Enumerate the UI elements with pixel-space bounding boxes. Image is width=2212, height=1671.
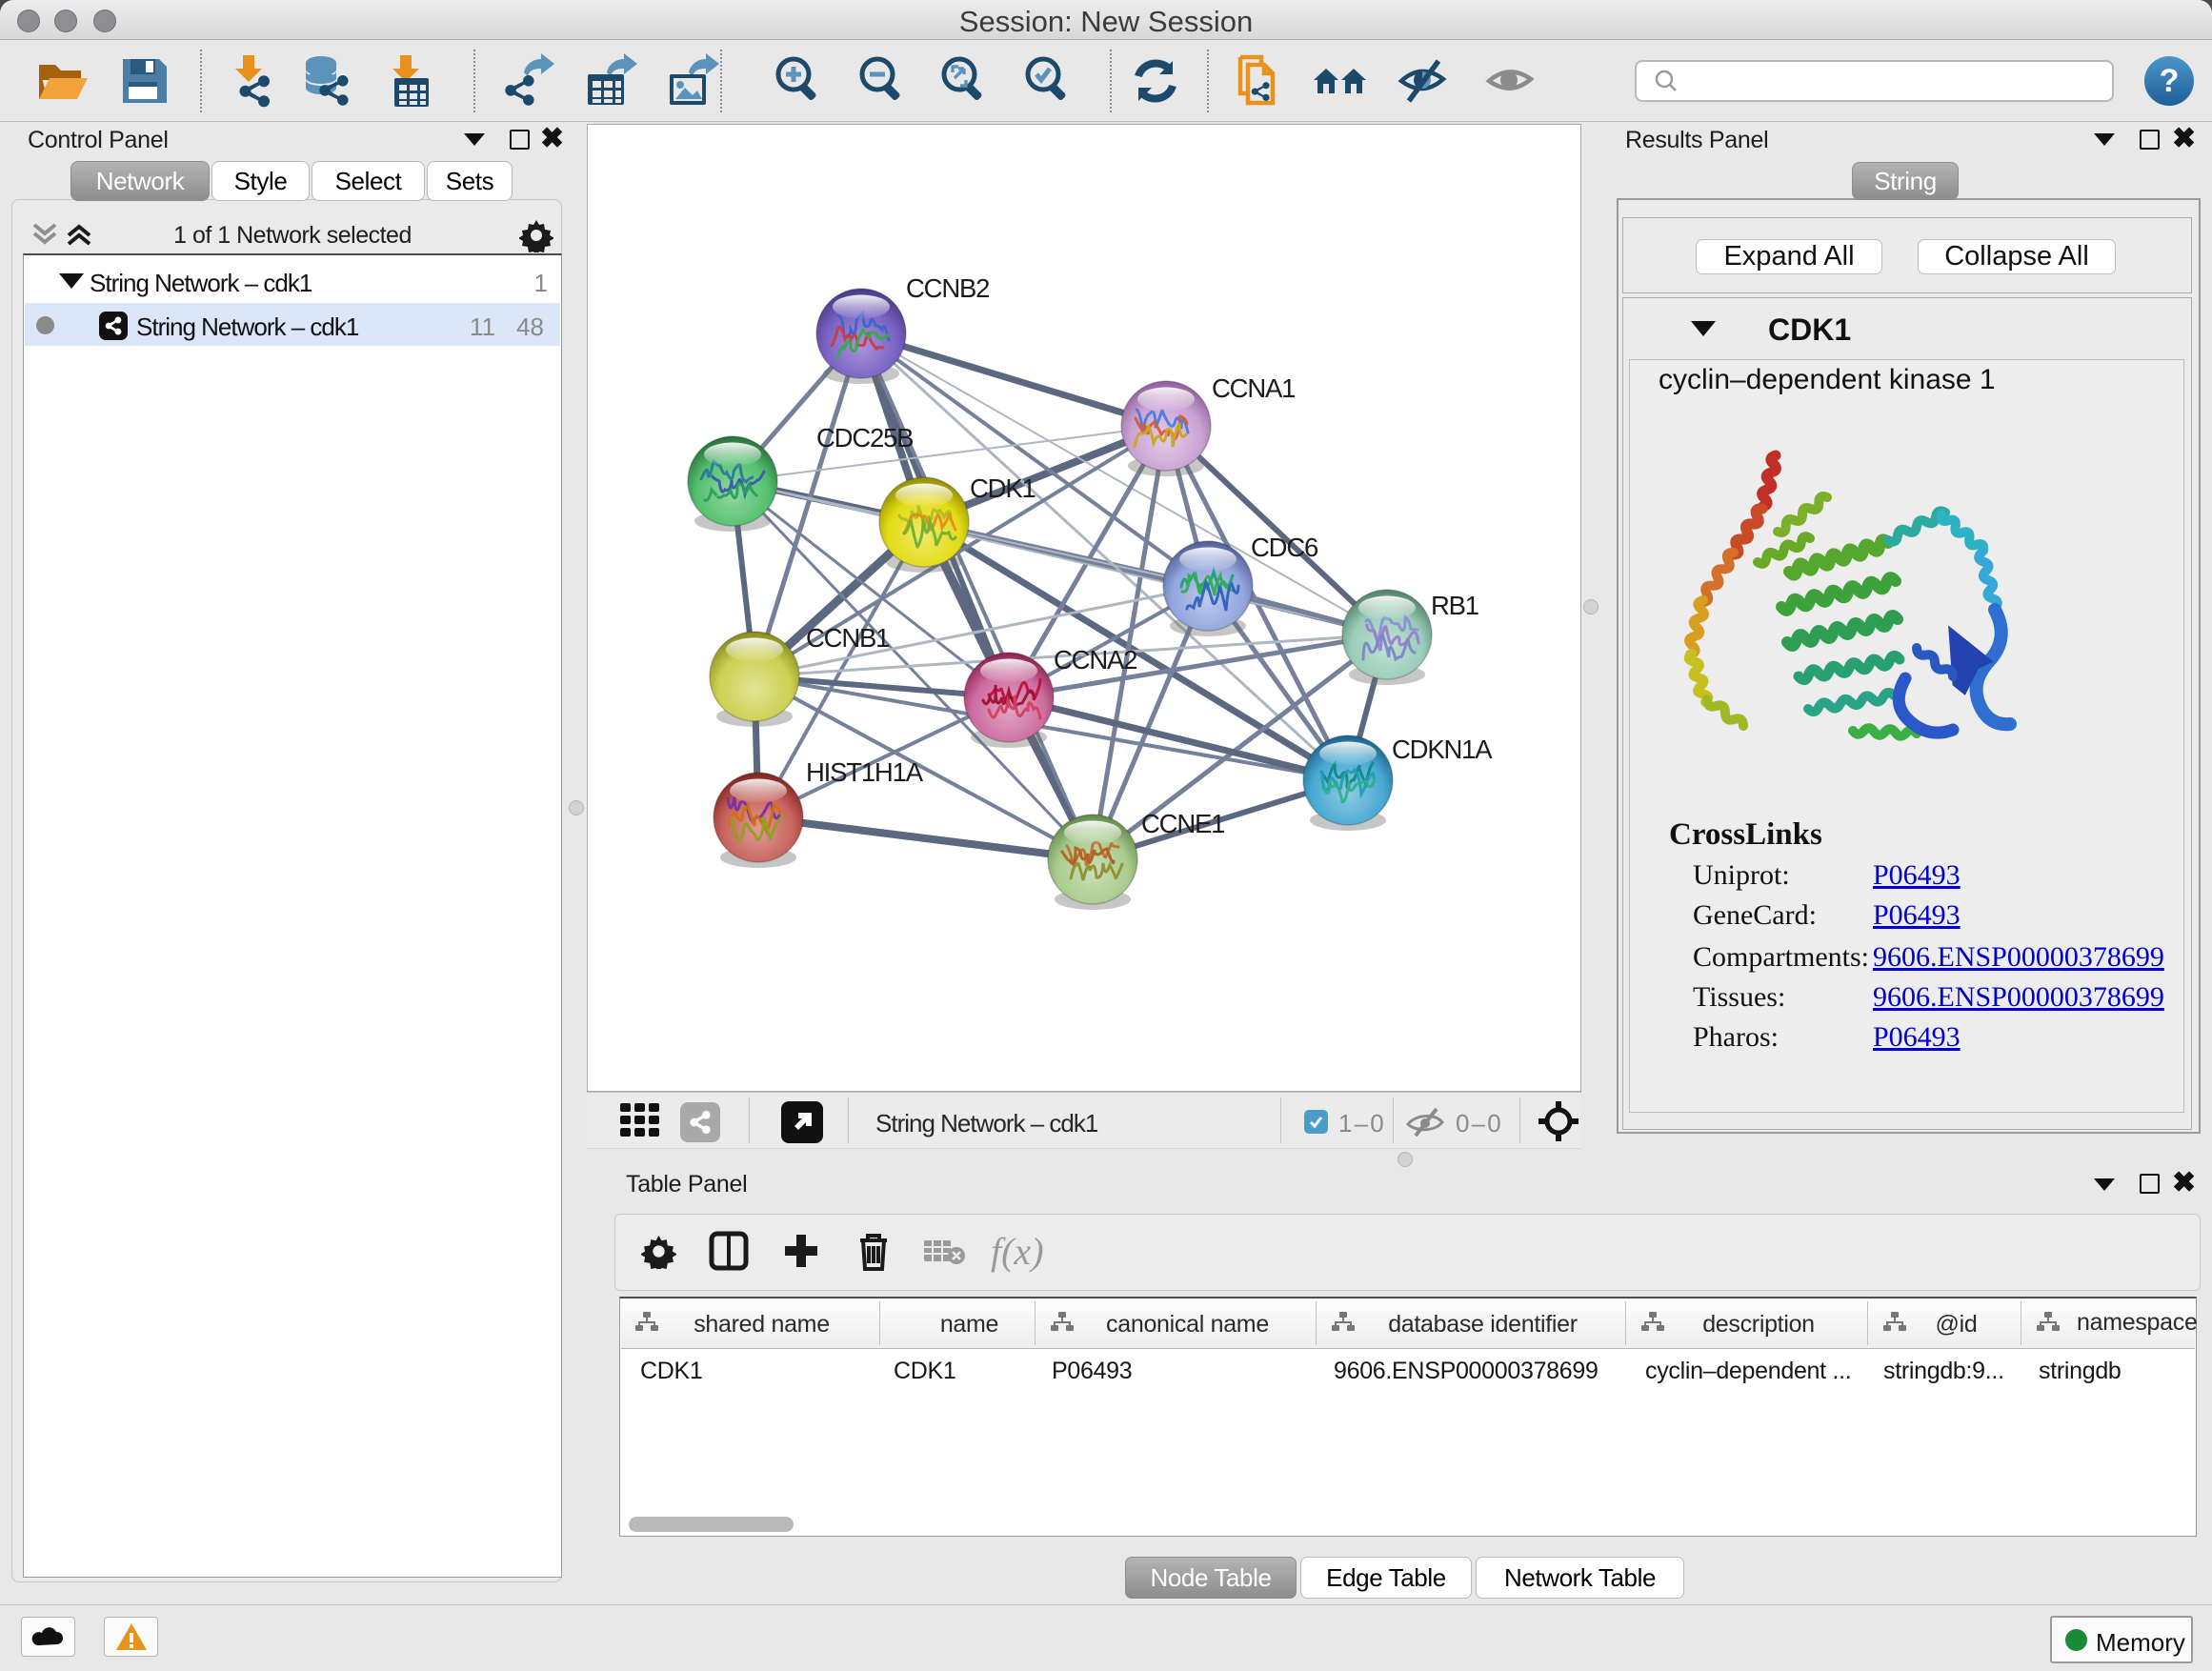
svg-text:CDC25B: CDC25B [816,423,913,453]
svg-text:CCNA2: CCNA2 [1054,645,1136,674]
svg-text:HIST1H1A: HIST1H1A [806,757,924,787]
svg-text:CDK1: CDK1 [970,473,1036,503]
svg-text:CCNA1: CCNA1 [1212,373,1295,403]
svg-text:CCNB1: CCNB1 [806,623,889,653]
svg-text:CCNE1: CCNE1 [1141,809,1224,838]
svg-text:CDC6: CDC6 [1251,533,1318,562]
svg-text:RB1: RB1 [1431,591,1478,620]
svg-text:CCNB2: CCNB2 [906,273,989,303]
svg-text:CDKN1A: CDKN1A [1392,735,1493,764]
